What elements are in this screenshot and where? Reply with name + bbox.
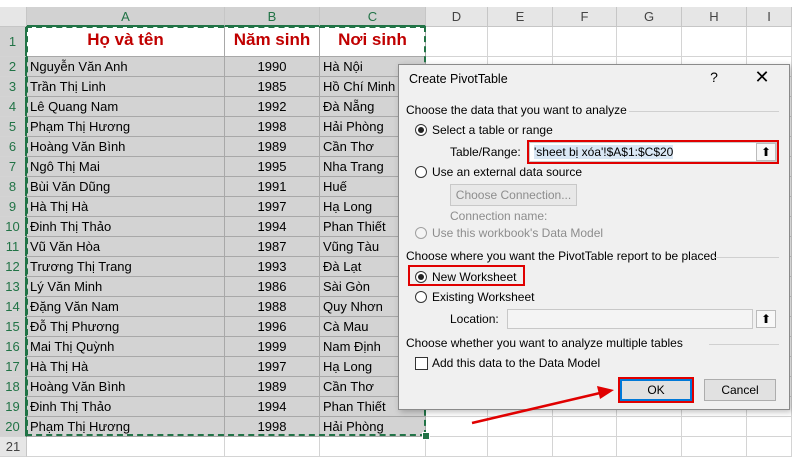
arrow-line [471,391,601,425]
annotation-arrow [471,386,614,425]
arrow-head [597,386,614,399]
